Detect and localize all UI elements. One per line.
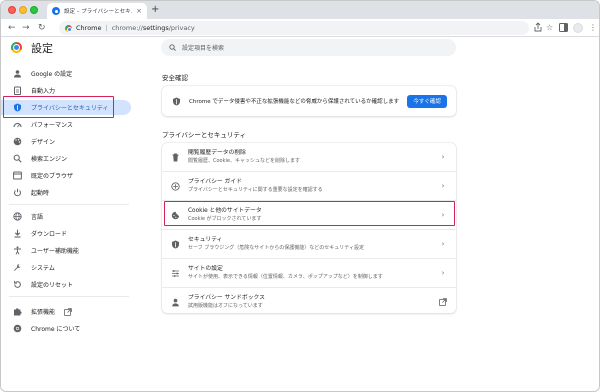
row-text: 閲覧履歴データの削除 閲覧履歴、Cookie、キャッシュなどを削除します bbox=[188, 150, 300, 164]
sidebar-item-accessibility[interactable]: ユーザー補助機能 bbox=[1, 243, 131, 258]
minimize-window-button[interactable] bbox=[19, 6, 27, 14]
speedometer-icon bbox=[13, 120, 22, 129]
reset-icon bbox=[13, 280, 22, 289]
safety-check-card: Chrome でデータ侵害や不正な拡張機能などの脅威から保護されているか確認しま… bbox=[162, 86, 456, 116]
sidebar-item-appearance[interactable]: デザイン bbox=[1, 134, 131, 149]
address-bar[interactable]: Chrome | chrome://settings/privacy bbox=[59, 21, 529, 35]
sidebar-divider bbox=[9, 204, 129, 205]
settings-search-input[interactable]: 設定項目を検索 bbox=[161, 39, 456, 56]
trash-icon bbox=[171, 153, 180, 162]
browser-window: 設定 – プライバシーとセキュリティ × + ← → ↻ Chrome | ch… bbox=[0, 0, 600, 392]
privacy-card: 閲覧履歴データの削除 閲覧履歴、Cookie、キャッシュなどを削除します › プ… bbox=[162, 143, 456, 313]
highlight-frame-cookies bbox=[164, 201, 455, 226]
url-separator: | bbox=[105, 24, 108, 32]
search-icon bbox=[169, 44, 176, 51]
check-now-button[interactable]: 今すぐ確認 bbox=[407, 94, 447, 108]
tab-close-icon[interactable]: × bbox=[136, 7, 142, 15]
tab-settings[interactable]: 設定 – プライバシーとセキュリティ × bbox=[47, 3, 147, 19]
section-title-privacy: プライバシーとセキュリティ bbox=[162, 131, 246, 139]
maximize-window-button[interactable] bbox=[30, 6, 38, 14]
row-text: サイトの設定 サイトが使用、表示できる情報（位置情報、カメラ、ポップアップなど）… bbox=[188, 266, 383, 280]
section-title-safety-check: 安全確認 bbox=[162, 74, 188, 82]
puzzle-icon bbox=[13, 307, 22, 316]
url-host: Chrome bbox=[76, 24, 102, 32]
safety-check-description: Chrome でデータ侵害や不正な拡張機能などの脅威から保護されているか確認しま… bbox=[189, 99, 400, 105]
page-title: 設定 bbox=[31, 42, 53, 55]
sidebar-item-about-chrome[interactable]: Chrome について bbox=[1, 321, 131, 336]
sidebar-item-default-browser[interactable]: 既定のブラウザ bbox=[1, 168, 131, 183]
wrench-icon bbox=[13, 263, 22, 272]
row-clear-browsing-data[interactable]: 閲覧履歴データの削除 閲覧履歴、Cookie、キャッシュなどを削除します › bbox=[162, 143, 456, 171]
search-icon bbox=[13, 154, 22, 163]
sidebar-item-reset[interactable]: 設定のリセット bbox=[1, 277, 131, 292]
row-privacy-guide[interactable]: プライバシー ガイド プライバシーとセキュリティに関する重要な設定を確認する › bbox=[162, 172, 456, 200]
star-icon[interactable]: ☆ bbox=[546, 22, 553, 34]
row-text: セキュリティ セーフ ブラウジング（危険なサイトからの保護機能）などのセキュリテ… bbox=[188, 237, 364, 251]
sidebar-item-extensions[interactable]: 拡張機能 bbox=[1, 304, 131, 319]
chevron-right-icon: › bbox=[441, 182, 445, 190]
sidebar-item-search-engine[interactable]: 検索エンジン bbox=[1, 151, 131, 166]
profile-avatar[interactable] bbox=[573, 23, 583, 33]
shield-check-icon bbox=[172, 97, 181, 106]
clipboard-icon bbox=[13, 86, 22, 95]
close-window-button[interactable] bbox=[8, 6, 16, 14]
row-site-settings[interactable]: サイトの設定 サイトが使用、表示できる情報（位置情報、カメラ、ポップアップなど）… bbox=[162, 259, 456, 287]
compass-icon bbox=[171, 181, 180, 191]
palette-icon bbox=[13, 137, 22, 146]
tab-strip: 設定 – プライバシーとセキュリティ × + bbox=[1, 1, 599, 19]
sliders-icon bbox=[171, 269, 180, 278]
row-security[interactable]: セキュリティ セーフ ブラウジング（危険なサイトからの保護機能）などのセキュリテ… bbox=[162, 230, 456, 258]
new-tab-button[interactable]: + bbox=[151, 4, 159, 16]
sidepanel-icon[interactable] bbox=[559, 23, 568, 32]
url-path: chrome://settings/privacy bbox=[111, 24, 195, 32]
chrome-logo bbox=[11, 42, 22, 53]
sidebar-item-downloads[interactable]: ダウンロード bbox=[1, 226, 131, 241]
sidebar-item-languages[interactable]: 言語 bbox=[1, 209, 131, 224]
power-icon bbox=[13, 188, 22, 197]
chrome-icon bbox=[13, 324, 22, 333]
shield-icon bbox=[171, 240, 180, 249]
menu-icon[interactable]: ⋮ bbox=[589, 22, 597, 34]
chrome-icon bbox=[65, 24, 72, 32]
flask-icon bbox=[171, 298, 180, 307]
share-icon[interactable] bbox=[534, 22, 542, 32]
sidebar-item-on-startup[interactable]: 起動時 bbox=[1, 185, 131, 200]
toolbar: ← → ↻ Chrome | chrome://settings/privacy… bbox=[1, 19, 599, 37]
sidebar-item-google[interactable]: Google の設定 bbox=[1, 66, 131, 81]
external-link-icon bbox=[436, 298, 450, 306]
chevron-right-icon: › bbox=[441, 240, 445, 248]
external-link-icon bbox=[64, 307, 73, 316]
reload-button[interactable]: ↻ bbox=[38, 22, 46, 34]
highlight-frame-sidebar bbox=[3, 96, 114, 118]
row-text: プライバシー サンドボックス 試用版機能はオフになっています bbox=[188, 295, 265, 309]
settings-gear-icon bbox=[52, 7, 60, 15]
browser-icon bbox=[13, 171, 22, 180]
download-icon bbox=[13, 229, 22, 238]
search-placeholder: 設定項目を検索 bbox=[182, 45, 225, 52]
sidebar-divider bbox=[9, 296, 129, 297]
back-button[interactable]: ← bbox=[8, 22, 16, 34]
forward-button[interactable]: → bbox=[22, 22, 30, 34]
accessibility-icon bbox=[13, 246, 22, 255]
chevron-right-icon: › bbox=[441, 269, 445, 277]
row-text: プライバシー ガイド プライバシーとセキュリティに関する重要な設定を確認する bbox=[188, 179, 323, 193]
row-privacy-sandbox[interactable]: プライバシー サンドボックス 試用版機能はオフになっています bbox=[162, 288, 456, 316]
tab-title: 設定 – プライバシーとセキュリティ bbox=[64, 9, 132, 15]
person-icon bbox=[13, 69, 22, 78]
sidebar-item-system[interactable]: システム bbox=[1, 260, 131, 275]
chevron-right-icon: › bbox=[441, 153, 445, 161]
globe-icon bbox=[13, 212, 22, 221]
sidebar-item-performance[interactable]: パフォーマンス bbox=[1, 117, 131, 132]
